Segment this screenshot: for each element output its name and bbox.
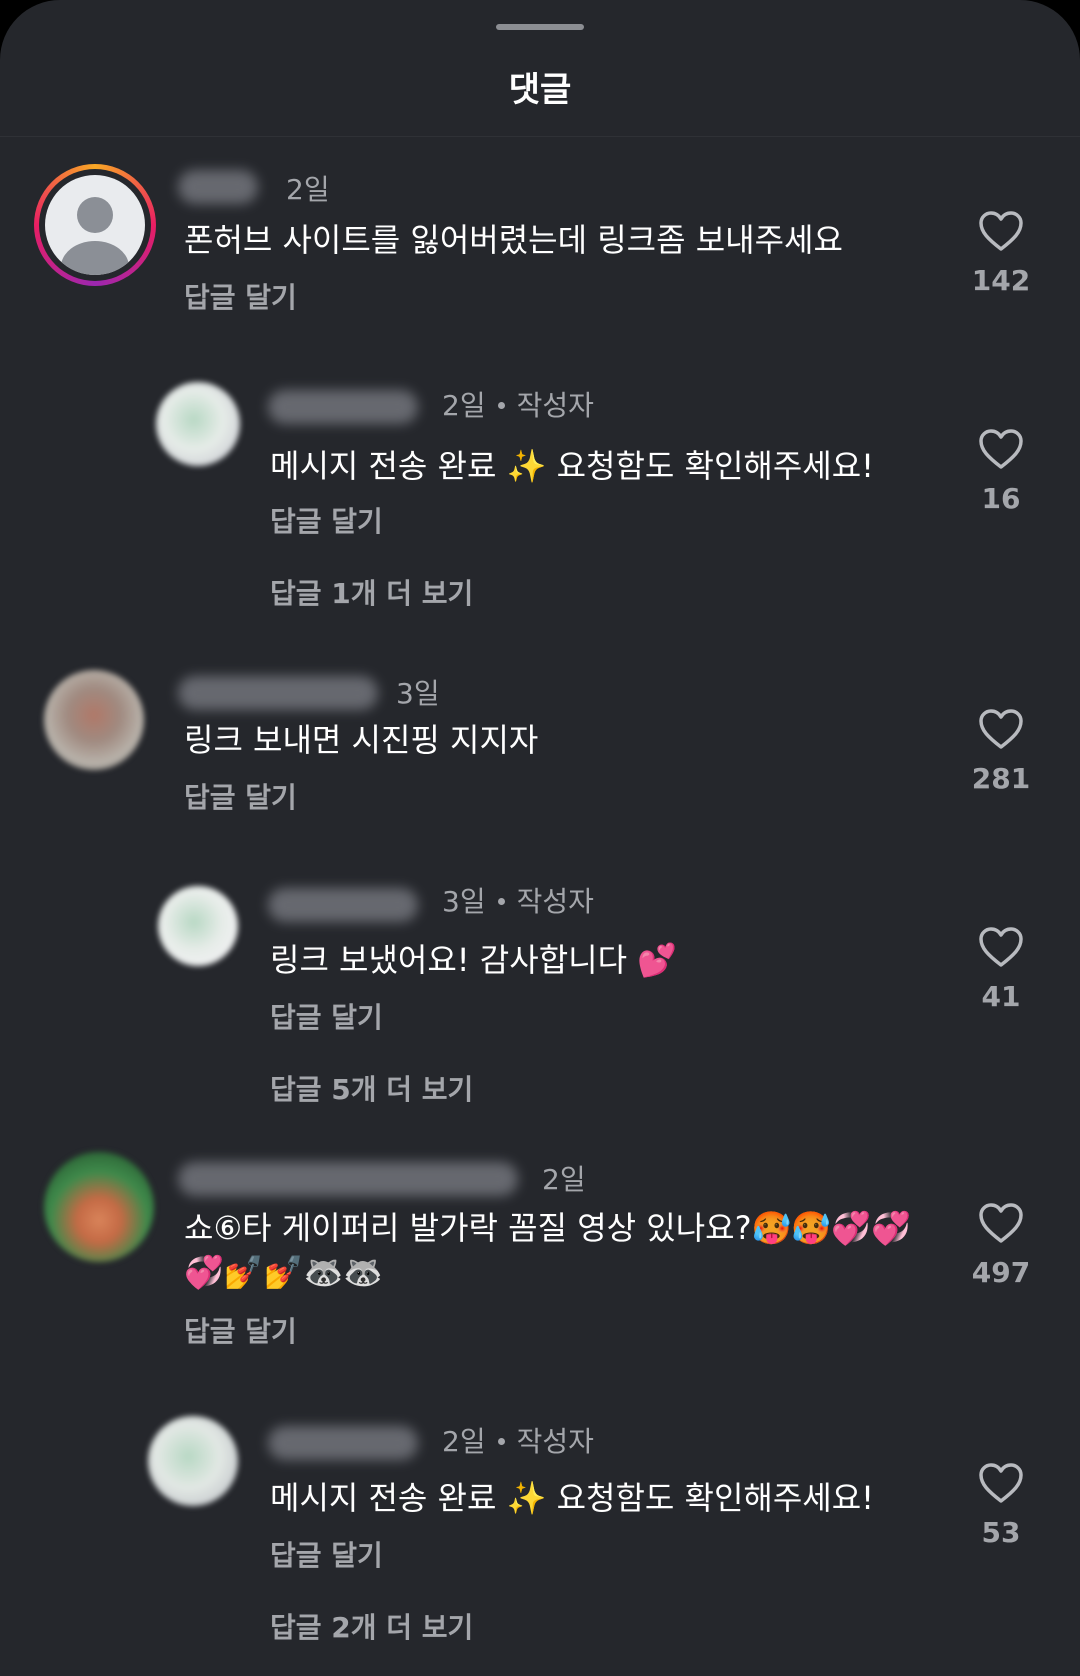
- author-badge: 작성자: [516, 885, 594, 918]
- avatar[interactable]: [44, 1152, 154, 1262]
- reply-button[interactable]: 답글 달기: [270, 1534, 383, 1574]
- comment-time: 2일: [286, 173, 330, 206]
- like-button[interactable]: 41: [951, 926, 1051, 1013]
- like-count: 142: [971, 264, 1031, 297]
- username-blurred[interactable]: [178, 170, 258, 204]
- comment-meta: 3일 작성자: [442, 885, 594, 918]
- heart-outline-icon: [979, 211, 1023, 251]
- username-blurred[interactable]: [178, 1162, 518, 1196]
- view-more-replies[interactable]: 답글 1개 더 보기: [270, 572, 473, 612]
- comment-meta: 2일 작성자: [442, 1425, 594, 1458]
- reply-button[interactable]: 답글 달기: [184, 1310, 297, 1350]
- view-more-replies[interactable]: 답글 2개 더 보기: [270, 1606, 473, 1646]
- like-count: 41: [981, 980, 1021, 1013]
- username-blurred[interactable]: [268, 1426, 418, 1460]
- avatar[interactable]: [44, 670, 144, 770]
- view-more-replies[interactable]: 답글 5개 더 보기: [270, 1068, 473, 1108]
- comment-text: 링크 보냈어요! 감사합니다 💕: [270, 941, 678, 979]
- comment-text: 링크 보내면 시진핑 지지자: [184, 721, 539, 759]
- avatar[interactable]: [158, 886, 238, 966]
- avatar[interactable]: [156, 382, 240, 466]
- like-button[interactable]: 142: [951, 210, 1051, 297]
- like-button[interactable]: 53: [951, 1462, 1051, 1549]
- reply-button[interactable]: 답글 달기: [270, 500, 383, 540]
- comment-text: 메시지 전송 완료 ✨ 요청함도 확인해주세요!: [270, 1479, 875, 1517]
- avatar[interactable]: [148, 1416, 238, 1506]
- sheet-title: 댓글: [508, 70, 572, 110]
- like-button[interactable]: 281: [951, 708, 1051, 795]
- like-count: 497: [971, 1256, 1031, 1289]
- like-count: 53: [981, 1516, 1021, 1549]
- username-blurred[interactable]: [268, 888, 418, 922]
- username-blurred[interactable]: [268, 390, 418, 424]
- like-count: 16: [981, 482, 1021, 515]
- username-blurred[interactable]: [178, 676, 378, 710]
- reply-button[interactable]: 답글 달기: [184, 276, 297, 316]
- reply-button[interactable]: 답글 달기: [270, 996, 383, 1036]
- like-count: 281: [971, 762, 1031, 795]
- separator-dot: [497, 897, 505, 905]
- divider: [0, 136, 1080, 137]
- comment-text-line: 💞💅💅🦝🦝: [184, 1253, 384, 1291]
- comment-text-line: 쇼⑥타 게이퍼리 발가락 꼼질 영상 있나요?🥵🥵💞💞: [184, 1209, 911, 1247]
- comment-text: 폰허브 사이트를 잃어버렸는데 링크좀 보내주세요: [184, 221, 843, 259]
- comment-time: 2일: [542, 1163, 586, 1196]
- author-badge: 작성자: [516, 1425, 594, 1458]
- default-avatar-icon: [61, 197, 129, 275]
- heart-outline-icon: [979, 429, 1023, 469]
- comments-sheet: 댓글 2일 폰허브 사이트를 잃어버렸는데 링크좀 보내주세요 답글 달기 14…: [0, 0, 1080, 1676]
- like-button[interactable]: 16: [951, 428, 1051, 515]
- heart-outline-icon: [979, 927, 1023, 967]
- heart-outline-icon: [979, 1463, 1023, 1503]
- comment-text: 쇼⑥타 게이퍼리 발가락 꼼질 영상 있나요?🥵🥵💞💞 💞💅💅🦝🦝: [184, 1206, 924, 1294]
- heart-outline-icon: [979, 709, 1023, 749]
- reply-button[interactable]: 답글 달기: [184, 776, 297, 816]
- heart-outline-icon: [979, 1203, 1023, 1243]
- avatar[interactable]: [34, 164, 156, 286]
- separator-dot: [497, 401, 505, 409]
- separator-dot: [497, 1437, 505, 1445]
- comment-time: 3일: [396, 677, 440, 710]
- comment-text: 메시지 전송 완료 ✨ 요청함도 확인해주세요!: [270, 447, 875, 485]
- drag-handle[interactable]: [496, 24, 584, 30]
- like-button[interactable]: 497: [951, 1202, 1051, 1289]
- comment-meta: 2일 작성자: [442, 389, 594, 422]
- author-badge: 작성자: [516, 389, 594, 422]
